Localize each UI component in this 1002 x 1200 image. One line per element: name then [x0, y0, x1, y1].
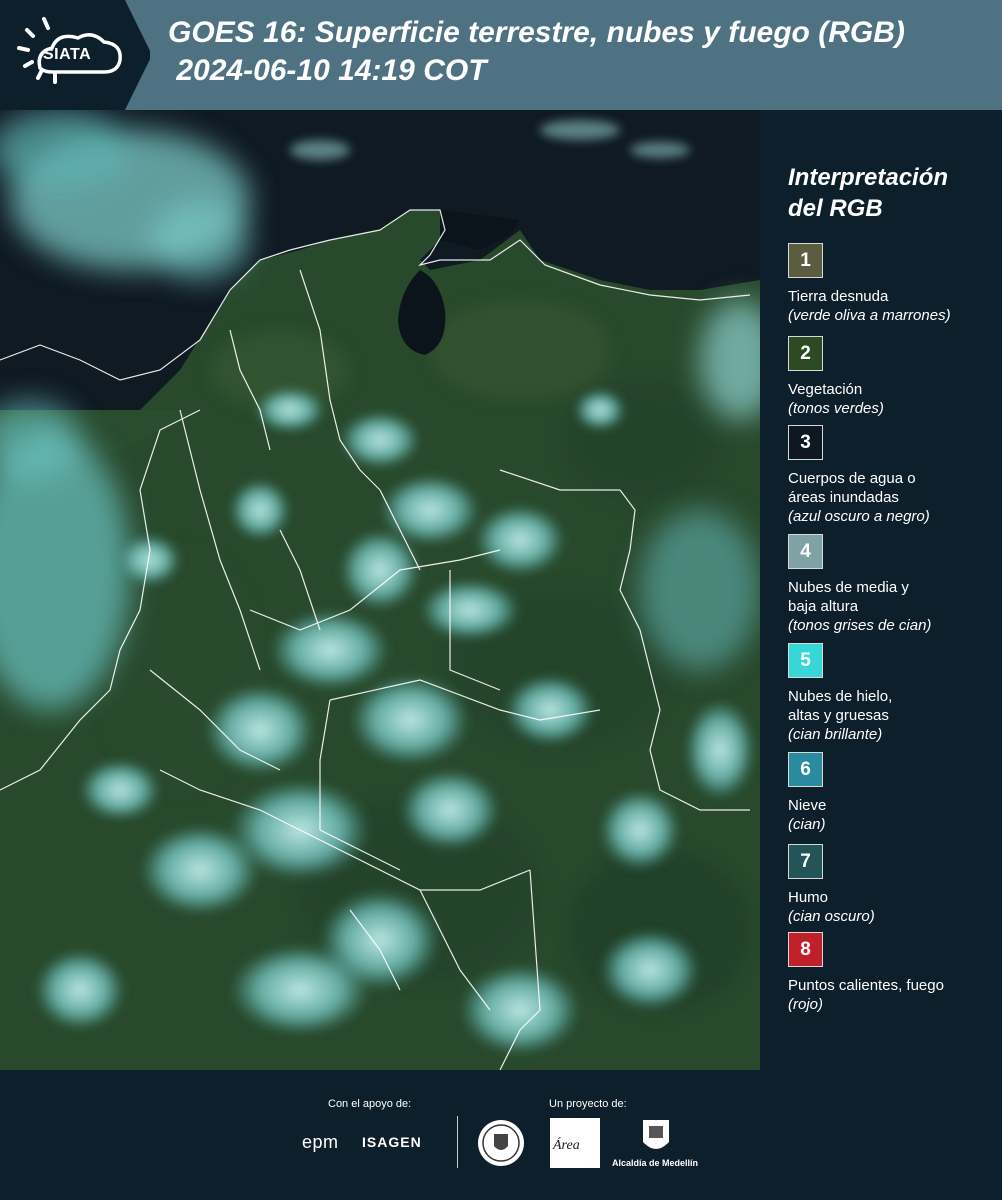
siata-logo: SIATA	[0, 0, 150, 110]
legend-swatch: 2	[788, 336, 823, 371]
legend-item-snow: 6 Nieve (cian)	[788, 752, 998, 834]
legend-item-label: Cuerpos de agua o áreas inundadas	[788, 470, 916, 506]
legend-item-label: Puntos calientes, fuego	[788, 977, 944, 994]
legend-item-sub: (azul oscuro a negro)	[788, 508, 930, 525]
support-label: Con el apoyo de:	[328, 1098, 412, 1110]
legend-panel: Interpretación del RGB 1 Tierra desnuda …	[760, 110, 1002, 1070]
legend-title-line-1: Interpretación	[788, 164, 949, 191]
header-bar: SIATA GOES 16: Superficie terrestre, nub…	[0, 0, 1002, 110]
legend-swatch: 6	[788, 752, 823, 787]
legend-item-sub: (rojo)	[788, 996, 824, 1013]
legend-title: Interpretación del RGB	[788, 162, 988, 224]
legend-swatch: 7	[788, 844, 823, 879]
footer: Con el apoyo de: Un proyecto de: epm ISA…	[0, 1070, 1002, 1200]
epm-logo: epm	[302, 1132, 339, 1152]
medellin-shield-icon	[643, 1120, 669, 1149]
legend-item-sub: (tonos verdes)	[788, 400, 884, 417]
legend-item-sub: (cian)	[788, 816, 826, 833]
legend-item-bare-soil: 1 Tierra desnuda (verde oliva a marrones…	[788, 243, 998, 325]
legend-item-label: Humo	[788, 889, 829, 906]
legend-item-water: 3 Cuerpos de agua o áreas inundadas (azu…	[788, 425, 998, 526]
legend-swatch: 8	[788, 932, 823, 967]
legend-item-label: Nieve	[788, 797, 827, 814]
legend-swatch: 4	[788, 534, 823, 569]
page-title: GOES 16: Superficie terrestre, nubes y f…	[168, 14, 905, 90]
legend-title-line-2: del RGB	[788, 195, 883, 222]
area-metropolitana-text: Área	[553, 1138, 580, 1153]
legend-item-sub: (cian oscuro)	[788, 908, 875, 925]
legend-item-label: Vegetación	[788, 381, 863, 398]
legend-swatch: 5	[788, 643, 823, 678]
title-line-1: GOES 16: Superficie terrestre, nubes y f…	[168, 16, 905, 49]
legend-item-sub: (tonos grises de cian)	[788, 617, 932, 634]
legend-item-vegetation: 2 Vegetación (tonos verdes)	[788, 336, 998, 418]
legend-item-label: Tierra desnuda	[788, 288, 889, 305]
legend-item-label: Nubes de media y baja altura	[788, 579, 909, 615]
legend-item-smoke: 7 Humo (cian oscuro)	[788, 844, 998, 926]
university-seal-icon	[478, 1120, 524, 1166]
legend-item-mid-clouds: 4 Nubes de media y baja altura (tonos gr…	[788, 534, 998, 635]
satellite-map	[0, 110, 760, 1070]
project-label: Un proyecto de:	[549, 1098, 627, 1110]
legend-item-sub: (cian brillante)	[788, 726, 883, 743]
legend-item-ice-clouds: 5 Nubes de hielo, altas y gruesas (cian …	[788, 643, 998, 744]
legend-swatch: 3	[788, 425, 823, 460]
medellin-text: Alcaldía de Medellín	[612, 1158, 699, 1168]
title-line-2: 2024-06-10 14:19 COT	[168, 54, 487, 87]
legend-item-sub: (verde oliva a marrones)	[788, 307, 951, 324]
isagen-logo: ISAGEN	[362, 1134, 422, 1150]
legend-swatch: 1	[788, 243, 823, 278]
footer-divider	[457, 1116, 458, 1168]
legend-item-label: Nubes de hielo, altas y gruesas	[788, 688, 893, 724]
logo-text: SIATA	[43, 46, 92, 63]
legend-item-fire: 8 Puntos calientes, fuego (rojo)	[788, 932, 998, 1014]
